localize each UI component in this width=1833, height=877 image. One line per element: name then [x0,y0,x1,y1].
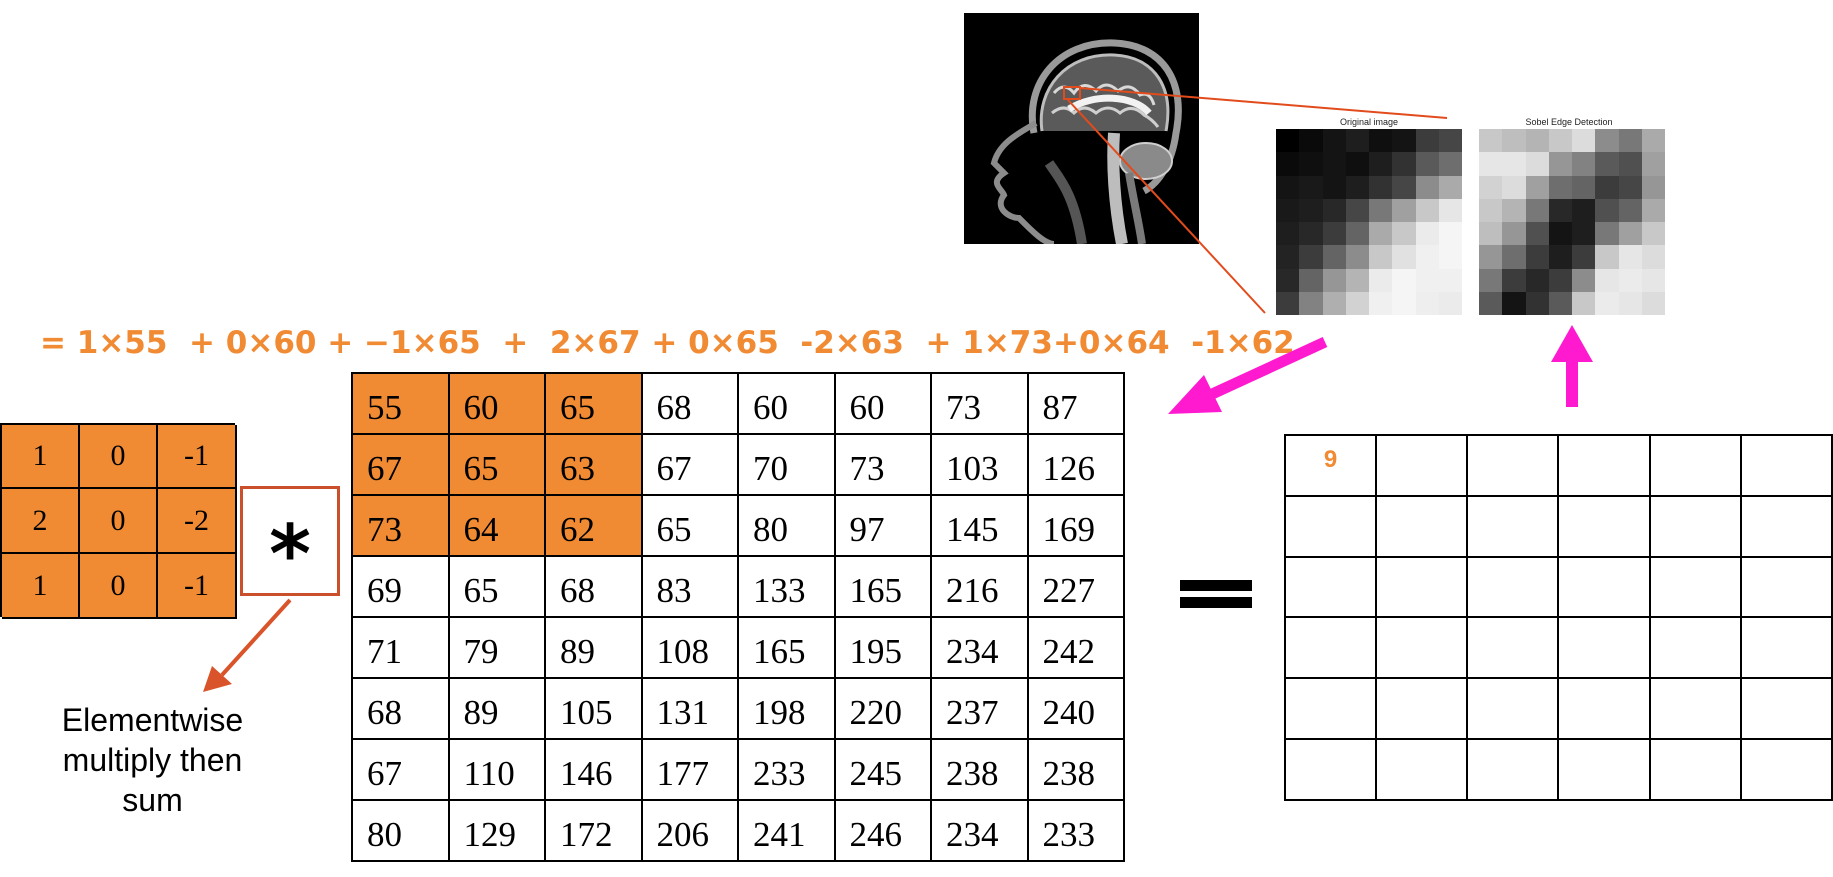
arrows-layer [203,325,1593,692]
magenta-arrow-to-matrix [1207,337,1328,400]
red-arrow-to-caption [220,598,292,677]
magenta-arrowhead-up [1551,325,1593,362]
